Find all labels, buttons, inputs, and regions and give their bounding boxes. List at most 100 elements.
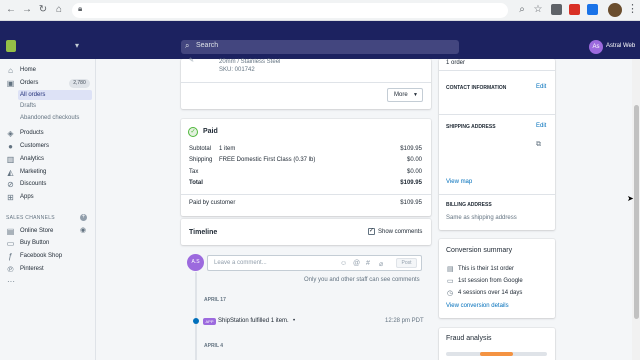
more-button-label: More bbox=[394, 92, 408, 98]
sidebar-item-label: Buy Button bbox=[20, 240, 50, 246]
staff-avatar: A.S bbox=[187, 254, 204, 271]
sidebar-item-marketing[interactable]: ◭ Marketing bbox=[0, 167, 96, 178]
payment-row-amount: $0.00 bbox=[406, 157, 422, 163]
scrollbar-thumb[interactable] bbox=[634, 105, 639, 319]
product-thumbnail-icon: ✎ bbox=[189, 58, 195, 64]
paid-title: Paid bbox=[203, 128, 218, 135]
fraud-risk-bar bbox=[446, 352, 547, 356]
lock-icon: 🔒︎ bbox=[78, 4, 83, 13]
chart-icon: ▥ bbox=[6, 155, 15, 164]
reload-icon[interactable]: ↻ bbox=[36, 3, 50, 17]
customer-orders-count[interactable]: 1 order bbox=[446, 60, 465, 66]
view-conversion-link[interactable]: View conversion details bbox=[446, 303, 509, 309]
payment-row-detail: FREE Domestic First Class (0.37 lb) bbox=[219, 157, 316, 163]
sidebar-item-label: Discounts bbox=[20, 181, 47, 187]
payment-row-label: Tax bbox=[189, 169, 199, 175]
store-name[interactable]: Astral Web bbox=[606, 43, 635, 49]
timeline-event-text[interactable]: ShipStation fulfilled 1 item. bbox=[218, 318, 289, 324]
extension-icon[interactable] bbox=[551, 4, 562, 15]
sidebar-item-apps[interactable]: ⊞ Apps bbox=[0, 192, 96, 203]
conversion-item: This is their 1st order bbox=[458, 266, 515, 272]
show-comments-label[interactable]: Show comments bbox=[378, 229, 422, 235]
browser-menu-icon[interactable]: ⋮ bbox=[627, 2, 638, 15]
sidebar-item-facebook-shop[interactable]: ƒ Facebook Shop bbox=[0, 251, 96, 262]
search-input[interactable]: ⌕ Search bbox=[181, 40, 459, 54]
sidebar-item-analytics[interactable]: ▥ Analytics bbox=[0, 154, 96, 165]
variant-title: 20mm / Stainless Steel bbox=[219, 59, 281, 65]
sidebar-item-label: Pinterest bbox=[20, 266, 44, 272]
payment-row-label: Total bbox=[189, 180, 203, 186]
view-map-link[interactable]: View map bbox=[446, 179, 472, 185]
sidebar-item-discounts[interactable]: ⊘ Discounts bbox=[0, 179, 96, 190]
show-comments-checkbox[interactable]: ✓ bbox=[368, 228, 375, 235]
star-icon[interactable]: ☆ bbox=[531, 3, 545, 17]
sidebar-item-products[interactable]: ◈ Products bbox=[0, 128, 96, 139]
more-button[interactable]: More ▼ bbox=[387, 88, 423, 102]
back-arrow-icon[interactable]: ← bbox=[4, 3, 18, 17]
discount-icon: ⊘ bbox=[7, 180, 14, 189]
sidebar: ⌂ Home ▣ Orders 2,780 All orders Drafts … bbox=[0, 59, 96, 360]
timeline-event-time: 12:28 pm PDT bbox=[385, 318, 424, 324]
extension-icon[interactable] bbox=[587, 4, 598, 15]
conversion-title: Conversion summary bbox=[446, 247, 513, 254]
payment-row-amount: $109.95 bbox=[400, 180, 422, 186]
mouse-cursor-icon: ➤ bbox=[627, 194, 634, 203]
sidebar-item-abandoned-checkouts[interactable]: Abandoned checkouts bbox=[20, 115, 79, 121]
pinterest-icon: ℗ bbox=[7, 265, 14, 274]
copy-icon[interactable]: ⧉ bbox=[536, 141, 541, 149]
eye-icon[interactable]: ◉ bbox=[80, 226, 86, 234]
order-icon: ▤ bbox=[447, 266, 454, 273]
buy-button-icon: ▭ bbox=[6, 239, 15, 248]
facebook-icon: ƒ bbox=[8, 252, 13, 261]
comment-input[interactable]: Leave a comment... ☺ @ # ⌀ bbox=[207, 255, 422, 271]
admin-topbar: ▾ ⌕ Search As Astral Web bbox=[0, 35, 640, 59]
add-channel-icon[interactable]: + bbox=[80, 214, 87, 221]
fraud-title: Fraud analysis bbox=[446, 335, 492, 342]
tag-icon: ◈ bbox=[7, 129, 14, 138]
store-icon: ▤ bbox=[6, 227, 15, 236]
more-channels-icon[interactable]: ··· bbox=[7, 277, 15, 286]
profile-avatar-icon[interactable] bbox=[608, 3, 622, 17]
post-button[interactable]: Post bbox=[396, 258, 417, 268]
sidebar-item-label: Apps bbox=[20, 194, 34, 200]
forward-arrow-icon[interactable]: → bbox=[20, 3, 34, 17]
timeline-line bbox=[195, 272, 197, 360]
sidebar-item-home[interactable]: ⌂ Home bbox=[0, 65, 96, 76]
search-icon[interactable]: ⌕ bbox=[515, 3, 529, 17]
sidebar-item-all-orders[interactable]: All orders bbox=[18, 90, 92, 100]
apps-icon: ⊞ bbox=[7, 193, 14, 202]
paid-by-amount: $109.95 bbox=[400, 200, 422, 206]
divider bbox=[181, 82, 431, 83]
sidebar-item-label: Facebook Shop bbox=[20, 253, 63, 259]
page-scrollbar[interactable] bbox=[632, 59, 640, 360]
edit-shipping-link[interactable]: Edit bbox=[536, 123, 546, 129]
home-icon[interactable]: ⌂ bbox=[52, 3, 66, 17]
comment-placeholder: Leave a comment... bbox=[214, 260, 267, 266]
customer-card: 1 order CONTACT INFORMATION Edit SHIPPIN… bbox=[439, 59, 555, 230]
payment-row-detail: 1 item bbox=[219, 146, 236, 152]
divider bbox=[439, 70, 555, 71]
mention-icon[interactable]: @ bbox=[353, 260, 360, 267]
extension-icon[interactable] bbox=[569, 4, 580, 15]
timeline-event-bullet: • bbox=[293, 318, 296, 324]
hashtag-icon[interactable]: # bbox=[366, 260, 370, 267]
shopify-logo-icon[interactable] bbox=[6, 40, 16, 52]
attachment-icon[interactable]: ⌀ bbox=[379, 260, 383, 268]
sidebar-item-pinterest[interactable]: ℗ Pinterest bbox=[0, 264, 96, 275]
billing-address-heading: BILLING ADDRESS bbox=[446, 202, 492, 208]
address-bar[interactable]: 🔒︎ bbox=[72, 3, 508, 18]
sidebar-item-buy-button[interactable]: ▭ Buy Button bbox=[0, 238, 96, 249]
avatar[interactable]: As bbox=[589, 40, 603, 54]
sidebar-item-drafts[interactable]: Drafts bbox=[20, 103, 36, 109]
sidebar-item-customers[interactable]: ● Customers bbox=[0, 141, 96, 152]
timeline-title: Timeline bbox=[189, 229, 218, 236]
edit-contact-link[interactable]: Edit bbox=[536, 84, 546, 90]
timeline-date: APRIL 4 bbox=[204, 343, 224, 349]
payment-row-label: Shipping bbox=[189, 157, 213, 163]
emoji-icon[interactable]: ☺ bbox=[340, 260, 347, 267]
chevron-down-icon[interactable]: ▾ bbox=[75, 41, 79, 50]
fraud-risk-fill bbox=[480, 352, 514, 356]
checkmark-icon: ✓ bbox=[188, 127, 198, 137]
sidebar-item-label: Home bbox=[20, 67, 37, 73]
sidebar-item-orders[interactable]: ▣ Orders 2,780 bbox=[0, 78, 96, 89]
